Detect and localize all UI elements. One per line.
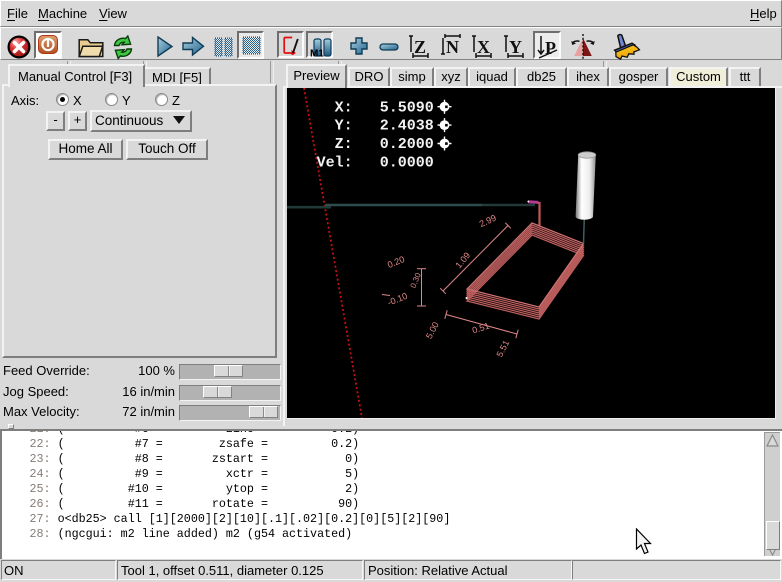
svg-text:5.00: 5.00	[424, 320, 441, 340]
svg-text:P: P	[545, 38, 556, 58]
svg-text:Y: Y	[509, 37, 522, 57]
svg-text:M1: M1	[310, 49, 324, 59]
svg-text:0.30: 0.30	[409, 271, 423, 289]
svg-text:2.4038: 2.4038	[380, 118, 434, 135]
svg-text:Z: Z	[414, 37, 426, 57]
svg-text:N: N	[446, 37, 459, 57]
svg-text:Vel:: Vel:	[317, 155, 353, 172]
svg-text:0.2000: 0.2000	[380, 136, 434, 153]
svg-text:1.09: 1.09	[453, 250, 472, 270]
svg-text:5.5090: 5.5090	[380, 99, 434, 116]
svg-text:2.99: 2.99	[478, 213, 498, 229]
svg-text:Y:: Y:	[335, 118, 353, 135]
svg-text:X:: X:	[335, 99, 353, 116]
svg-text:X: X	[477, 37, 490, 57]
svg-text:0.51: 0.51	[471, 321, 491, 336]
svg-text:Z:: Z:	[335, 136, 353, 153]
svg-text:-0.10: -0.10	[386, 291, 409, 308]
svg-text:5.51: 5.51	[494, 339, 511, 359]
svg-text:0.0000: 0.0000	[380, 155, 434, 172]
svg-text:0.20: 0.20	[386, 254, 406, 270]
